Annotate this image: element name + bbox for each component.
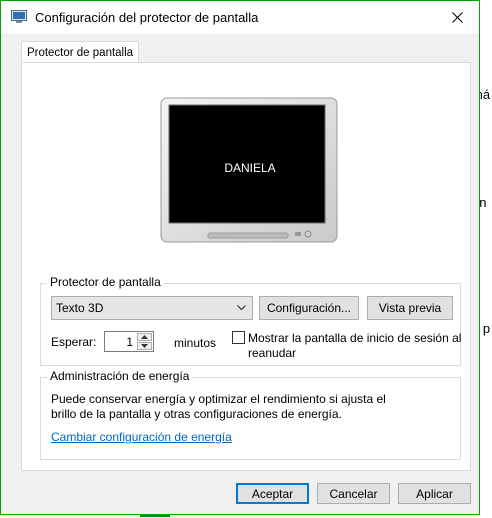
- wait-minutes-spinner[interactable]: 1: [104, 331, 154, 352]
- tab-screensaver[interactable]: Protector de pantalla: [21, 41, 139, 63]
- chevron-up-icon: [141, 335, 148, 339]
- power-description: Puede conservar energía y optimizar el r…: [51, 392, 386, 406]
- show-logon-checkbox[interactable]: [232, 331, 245, 344]
- preview-button[interactable]: Vista previa: [367, 296, 453, 320]
- accept-button[interactable]: Aceptar: [236, 483, 309, 504]
- screensaver-group-legend: Protector de pantalla: [47, 275, 164, 289]
- chevron-down-icon: [141, 344, 148, 348]
- chevron-down-icon: [237, 305, 246, 311]
- settings-button[interactable]: Configuración...: [259, 296, 359, 320]
- screensaver-dialog: Configuración del protector de pantalla …: [0, 0, 480, 515]
- window-title: Configuración del protector de pantalla: [35, 10, 259, 25]
- wait-minutes-value: 1: [126, 335, 133, 349]
- screensaver-app-icon: [11, 10, 27, 24]
- spinner-down-button[interactable]: [137, 342, 152, 350]
- minutes-label: minutos: [174, 336, 217, 350]
- spinner-up-button[interactable]: [137, 333, 152, 341]
- power-description-continued: brillo de la pantalla y otras configurac…: [51, 407, 342, 421]
- screensaver-preview-monitor: DANIELA: [160, 97, 340, 247]
- tab-panel: DANIELA Protector de pantalla Texto 3D C…: [21, 62, 471, 471]
- screensaver-select[interactable]: Texto 3D: [51, 296, 253, 320]
- close-icon: [451, 12, 463, 23]
- show-logon-label-continued[interactable]: reanudar: [248, 346, 296, 360]
- preview-screen-text: DANIELA: [224, 161, 276, 175]
- show-logon-label[interactable]: Mostrar la pantalla de inicio de sesión …: [248, 331, 461, 345]
- power-group-legend: Administración de energía: [47, 369, 193, 383]
- cancel-button[interactable]: Cancelar: [317, 483, 390, 504]
- screensaver-select-value: Texto 3D: [56, 301, 104, 315]
- apply-button[interactable]: Aplicar: [398, 483, 471, 504]
- title-bar[interactable]: Configuración del protector de pantalla: [1, 1, 479, 34]
- wait-label: Esperar:: [51, 335, 97, 349]
- close-button[interactable]: [435, 1, 479, 34]
- change-power-settings-link[interactable]: Cambiar configuración de energía: [51, 430, 232, 444]
